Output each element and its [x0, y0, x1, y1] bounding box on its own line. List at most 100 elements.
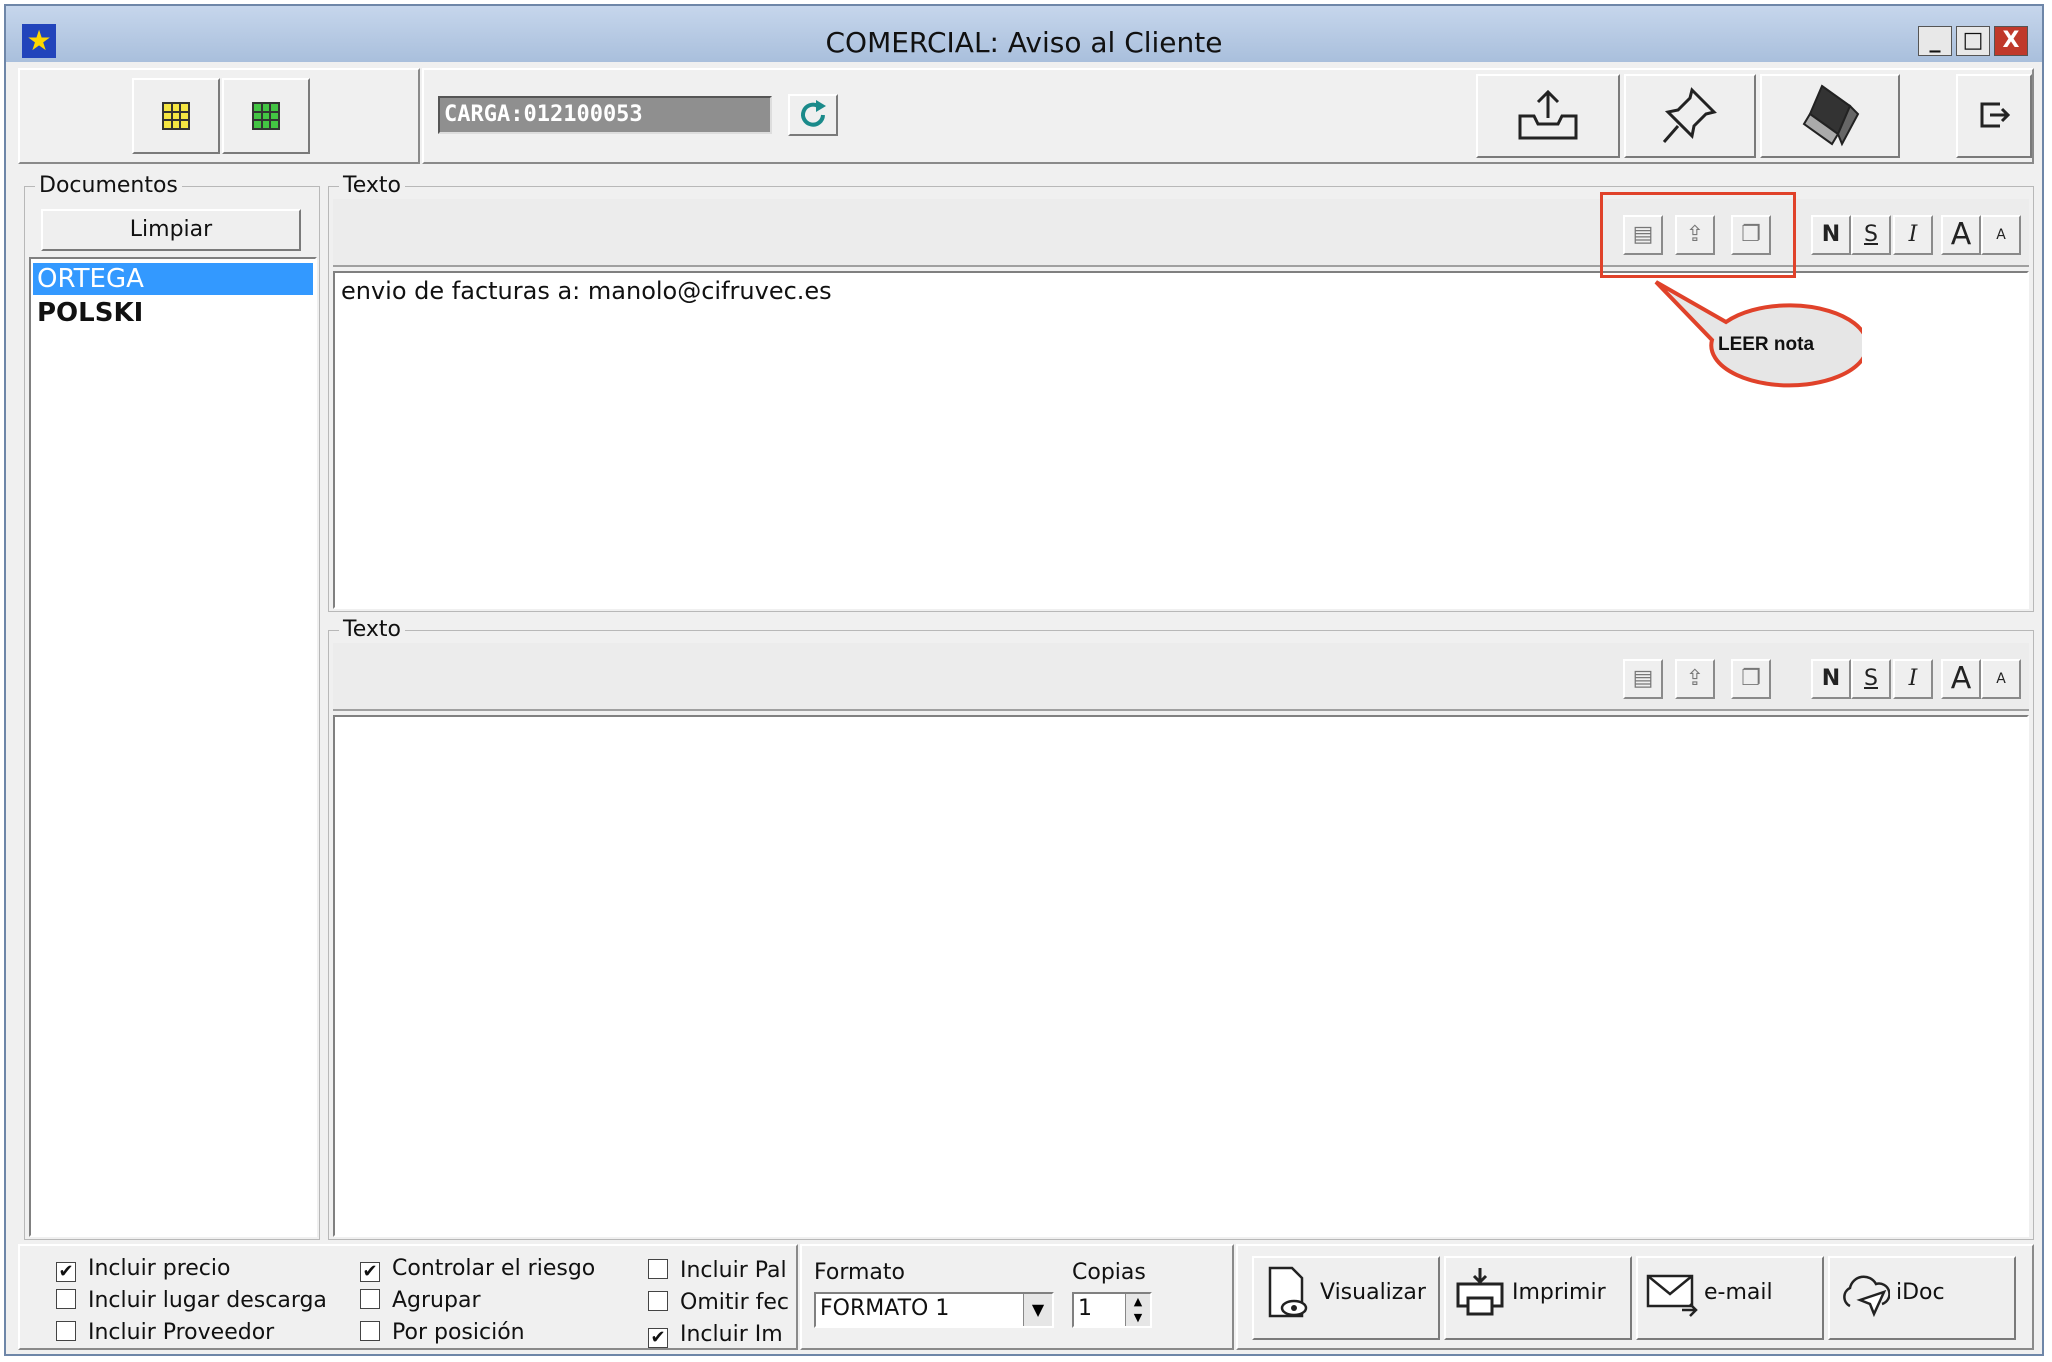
underline-label-bottom: S	[1864, 666, 1878, 691]
underline-button-top[interactable]: S	[1851, 215, 1891, 255]
text-group-top-label: Texto	[339, 173, 405, 198]
checkbox-box[interactable]	[360, 1321, 380, 1341]
text-bottom-toolbar: ▤ ⇪ ❐ N S I A A	[333, 643, 2029, 711]
text-editor-bottom[interactable]	[333, 715, 2029, 1237]
list-item-polski[interactable]: POLSKI	[33, 297, 313, 329]
font-bigger-button-top[interactable]: A	[1941, 215, 1981, 255]
italic-button-top[interactable]: I	[1893, 215, 1933, 255]
maximize-button[interactable]: □	[1956, 26, 1990, 56]
upload-note-icon-bottom[interactable]: ⇪	[1675, 659, 1715, 699]
checkbox-box[interactable]	[56, 1321, 76, 1341]
text-group-bottom: Texto ▤ ⇪ ❐ N S I A A	[328, 617, 2034, 1240]
checkbox-label: Incluir Pal	[680, 1258, 787, 1283]
highlight-box	[1600, 192, 1796, 278]
printer-icon	[1456, 1268, 1504, 1316]
cloud-send-icon	[1843, 1275, 1890, 1318]
checkbox-box[interactable]	[360, 1289, 380, 1309]
view-button[interactable]: Visualizar	[1252, 1256, 1440, 1340]
font-bigger-label-bottom: A	[1950, 661, 1972, 696]
maximize-icon: □	[1962, 28, 1984, 53]
checkbox-label: Omitir fec	[680, 1290, 790, 1315]
stepper-down-icon[interactable]: ▼	[1125, 1310, 1150, 1326]
italic-label-bottom: I	[1908, 666, 1918, 691]
bold-button-top[interactable]: N	[1811, 215, 1851, 255]
pin-icon	[1662, 87, 1717, 143]
close-button[interactable]: X	[1994, 26, 2028, 56]
clear-button[interactable]: Limpiar	[41, 209, 301, 251]
copy-note-icon-bottom[interactable]: ❐	[1731, 659, 1771, 699]
italic-button-bottom[interactable]: I	[1893, 659, 1933, 699]
close-icon: X	[2002, 28, 2020, 53]
bold-label-bottom: N	[1821, 666, 1841, 691]
checkbox-incluir-lugar-descarga[interactable]: Incluir lugar descarga	[56, 1288, 327, 1313]
list-item-ortega[interactable]: ORTEGA	[33, 263, 313, 295]
checkbox-incluir-proveedor[interactable]: Incluir Proveedor	[56, 1320, 274, 1345]
checkbox-box[interactable]: ✔	[360, 1262, 380, 1282]
eraser-button[interactable]	[1760, 74, 1900, 158]
checkbox-incluir-pal[interactable]: Incluir Pal	[648, 1258, 787, 1283]
chevron-down-icon[interactable]: ▼	[1023, 1294, 1052, 1326]
view-document-icon	[1268, 1266, 1308, 1318]
checkbox-box[interactable]	[56, 1289, 76, 1309]
format-label: Formato	[814, 1260, 905, 1285]
checkbox-box[interactable]: ✔	[56, 1262, 76, 1282]
email-button-label: e-mail	[1704, 1280, 1773, 1305]
idoc-button[interactable]: iDoc	[1828, 1256, 2016, 1340]
documents-group-label: Documentos	[35, 173, 182, 198]
window-title: COMERCIAL: Aviso al Cliente	[825, 26, 1223, 59]
print-button-label: Imprimir	[1512, 1280, 1606, 1305]
exit-button[interactable]	[1956, 74, 2032, 158]
checkbox-label: Incluir Proveedor	[88, 1320, 275, 1345]
font-smaller-button-bottom[interactable]: A	[1981, 659, 2021, 699]
format-select-value: FORMATO 1	[820, 1296, 950, 1321]
email-button[interactable]: e-mail	[1636, 1256, 1824, 1340]
bold-label-top: N	[1821, 222, 1841, 247]
note-icon-bottom[interactable]: ▤	[1623, 659, 1663, 699]
checkbox-label: Incluir Im	[680, 1322, 783, 1347]
envelope-icon	[1646, 1274, 1698, 1317]
carga-field[interactable]: CARGA:012100053	[438, 96, 772, 134]
font-bigger-button-bottom[interactable]: A	[1941, 659, 1981, 699]
pin-button[interactable]	[1624, 74, 1756, 158]
main-toolbar: CARGA:012100053	[422, 68, 2034, 164]
refresh-icon	[801, 100, 826, 127]
actions-panel: Visualizar Imprimir e-mail iDoc	[1236, 1244, 2034, 1350]
font-smaller-button-top[interactable]: A	[1981, 215, 2021, 255]
stepper-up-icon[interactable]: ▲	[1125, 1294, 1150, 1310]
title-bar: ★ COMERCIAL: Aviso al Cliente _ □ X	[6, 6, 2042, 62]
font-smaller-label-top: A	[1996, 227, 2006, 243]
checkbox-box[interactable]	[648, 1291, 668, 1311]
checkbox-incluir-im[interactable]: ✔ Incluir Im	[648, 1322, 783, 1348]
underline-label-top: S	[1864, 222, 1878, 247]
refresh-button[interactable]	[788, 94, 838, 136]
green-grid-button[interactable]	[222, 78, 310, 154]
upload-tray-button[interactable]	[1476, 74, 1620, 158]
options-col3-clip: Incluir Pal Omitir fec ✔ Incluir Im	[646, 1246, 796, 1348]
eraser-icon	[1802, 84, 1860, 147]
italic-label-top: I	[1908, 222, 1918, 247]
main-window: ★ COMERCIAL: Aviso al Cliente _ □ X CARG…	[4, 4, 2044, 1356]
minimize-button[interactable]: _	[1918, 26, 1952, 56]
underline-button-bottom[interactable]: S	[1851, 659, 1891, 699]
checkbox-por-posicion[interactable]: Por posición	[360, 1320, 525, 1345]
clear-button-label: Limpiar	[129, 217, 213, 242]
checkbox-box[interactable]: ✔	[648, 1328, 668, 1348]
checkbox-label: Incluir precio	[88, 1256, 231, 1281]
documents-list[interactable]: ORTEGA POLSKI	[29, 257, 317, 1237]
checkbox-incluir-precio[interactable]: ✔ Incluir precio	[56, 1256, 230, 1282]
format-select[interactable]: FORMATO 1 ▼	[814, 1292, 1054, 1328]
yellow-grid-button[interactable]	[132, 78, 220, 154]
checkbox-controlar-riesgo[interactable]: ✔ Controlar el riesgo	[360, 1256, 595, 1282]
checkbox-omitir-fec[interactable]: Omitir fec	[648, 1290, 789, 1315]
checkbox-agrupar[interactable]: Agrupar	[360, 1288, 481, 1313]
bold-button-bottom[interactable]: N	[1811, 659, 1851, 699]
checkbox-box[interactable]	[648, 1259, 668, 1279]
font-bigger-label-top: A	[1950, 217, 1972, 252]
print-button[interactable]: Imprimir	[1444, 1256, 1632, 1340]
font-smaller-label-bottom: A	[1996, 671, 2006, 687]
copies-stepper[interactable]: 1 ▲ ▼	[1072, 1292, 1152, 1328]
callout-label: LEER nota	[1717, 334, 1815, 355]
text-group-bottom-label: Texto	[339, 617, 405, 642]
checkbox-label: Por posición	[392, 1320, 525, 1345]
yellow-grid-icon	[162, 102, 190, 130]
